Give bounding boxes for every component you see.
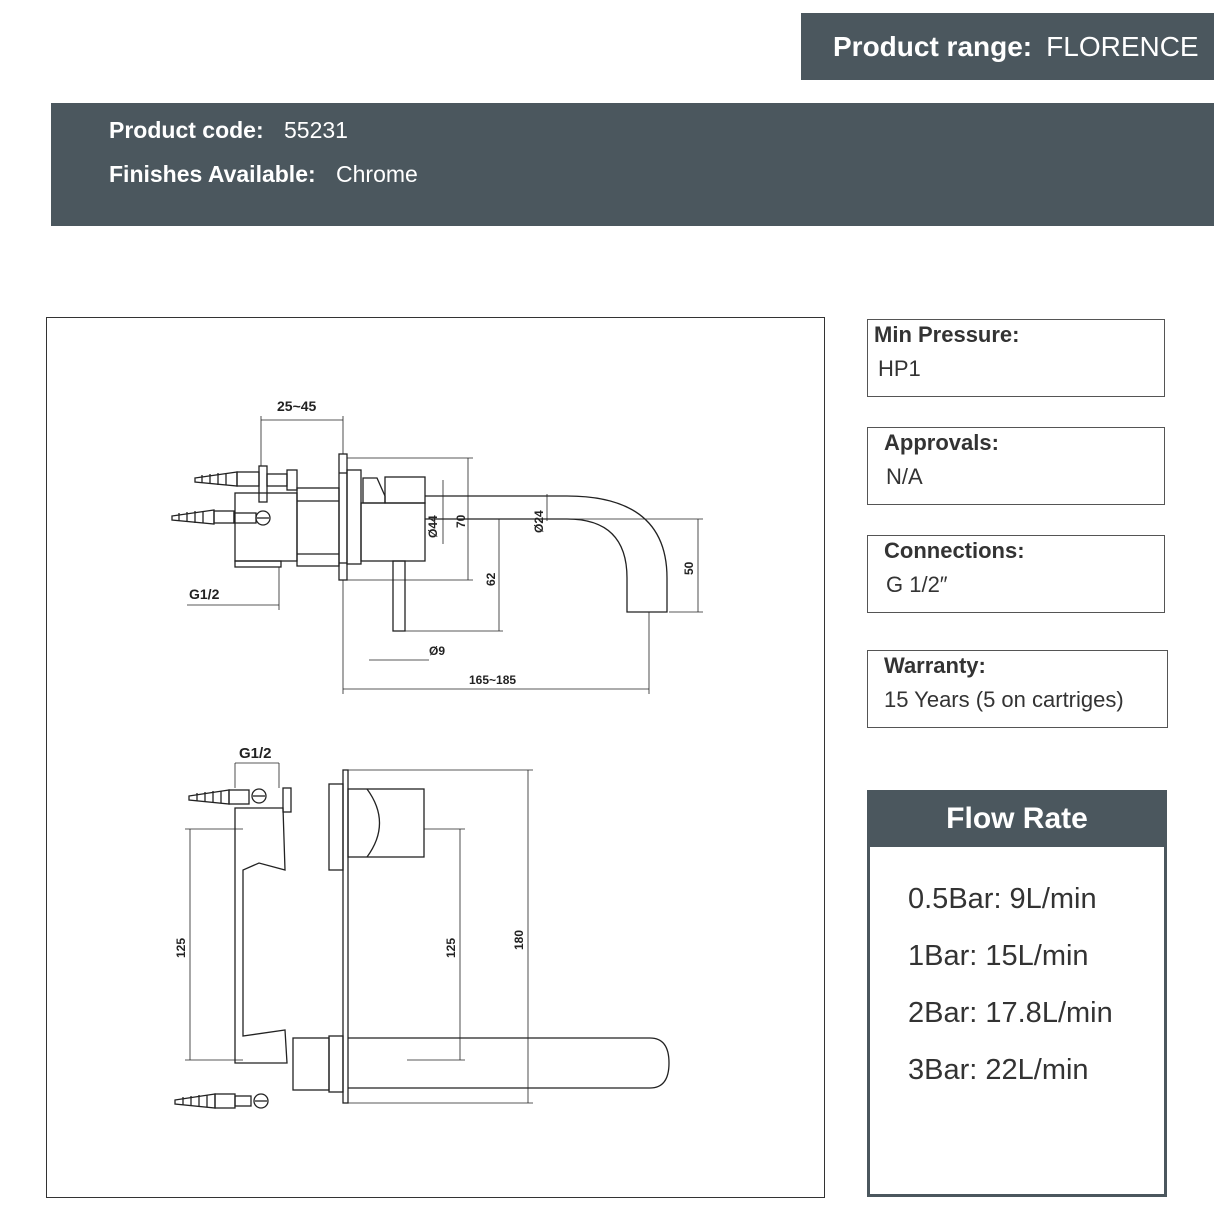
spec-approvals: Approvals: N/A — [867, 427, 1165, 505]
spec-title: Connections: — [884, 538, 1025, 563]
dim-62-label: 62 — [484, 572, 498, 586]
spec-connections: Connections: G 1/2″ — [867, 535, 1165, 613]
finishes-row: Finishes Available: Chrome — [109, 161, 418, 188]
flow-rate-title: Flow Rate — [870, 790, 1164, 847]
technical-drawing: 25~45 G1/2 Ø44 70 62 Ø24 50 Ø9 165~185 G… — [171, 398, 703, 1109]
product-code-label: Product code: — [109, 117, 264, 143]
finishes-value: Chrome — [336, 161, 418, 187]
dim-50-label: 50 — [682, 561, 696, 575]
dim-180-label: 180 — [512, 930, 526, 950]
spec-warranty: Warranty: 15 Years (5 on cartriges) — [867, 650, 1168, 728]
side-view: 25~45 G1/2 Ø44 70 62 Ø24 50 Ø9 165~185 — [171, 398, 703, 694]
dim-125-right-label: 125 — [444, 938, 458, 958]
technical-drawing-panel: 25~45 G1/2 Ø44 70 62 Ø24 50 Ø9 165~185 G… — [46, 317, 825, 1198]
flow-rate-panel: Flow Rate 0.5Bar: 9L/min 1Bar: 15L/min 2… — [867, 790, 1167, 1197]
flow-rate-list: 0.5Bar: 9L/min 1Bar: 15L/min 2Bar: 17.8L… — [870, 847, 1164, 1099]
product-range-bar: Product range: FLORENCE — [801, 13, 1214, 80]
spec-value: 15 Years (5 on cartriges) — [884, 687, 1124, 712]
product-code-row: Product code: 55231 — [109, 117, 348, 144]
spec-value: N/A — [886, 464, 923, 489]
dim-lever-dia-label: Ø9 — [429, 644, 445, 658]
dim-front-thread-label: G1/2 — [239, 745, 272, 762]
spec-min-pressure: Min Pressure: HP1 — [867, 319, 1165, 397]
dim-projection-label: 165~185 — [469, 673, 516, 687]
finishes-label: Finishes Available: — [109, 161, 316, 187]
flow-rate-item: 2Bar: 17.8L/min — [908, 997, 1113, 1029]
flow-rate-item: 3Bar: 22L/min — [908, 1054, 1089, 1086]
spec-title: Min Pressure: — [874, 322, 1020, 347]
product-code-value: 55231 — [284, 117, 348, 143]
flow-rate-item: 0.5Bar: 9L/min — [908, 883, 1097, 915]
product-info-bar: Product code: 55231 Finishes Available: … — [51, 103, 1214, 226]
dim-thread-label: G1/2 — [189, 586, 220, 602]
spec-value: HP1 — [878, 356, 921, 381]
spec-title: Approvals: — [884, 430, 999, 455]
spec-title: Warranty: — [884, 653, 986, 678]
dim-height-70-label: 70 — [454, 514, 468, 528]
dim-125-left-label: 125 — [174, 938, 188, 958]
flow-rate-item: 1Bar: 15L/min — [908, 940, 1089, 972]
dim-spout-dia-label: Ø24 — [532, 510, 546, 533]
front-view: G1/2 125 125 180 — [174, 745, 670, 1109]
dim-depth-label: 25~45 — [277, 398, 317, 414]
product-range-value: FLORENCE — [1046, 30, 1199, 62]
dim-body-dia-label: Ø44 — [426, 515, 440, 538]
product-range-label: Product range: — [833, 30, 1033, 62]
spec-value: G 1/2″ — [886, 572, 948, 597]
